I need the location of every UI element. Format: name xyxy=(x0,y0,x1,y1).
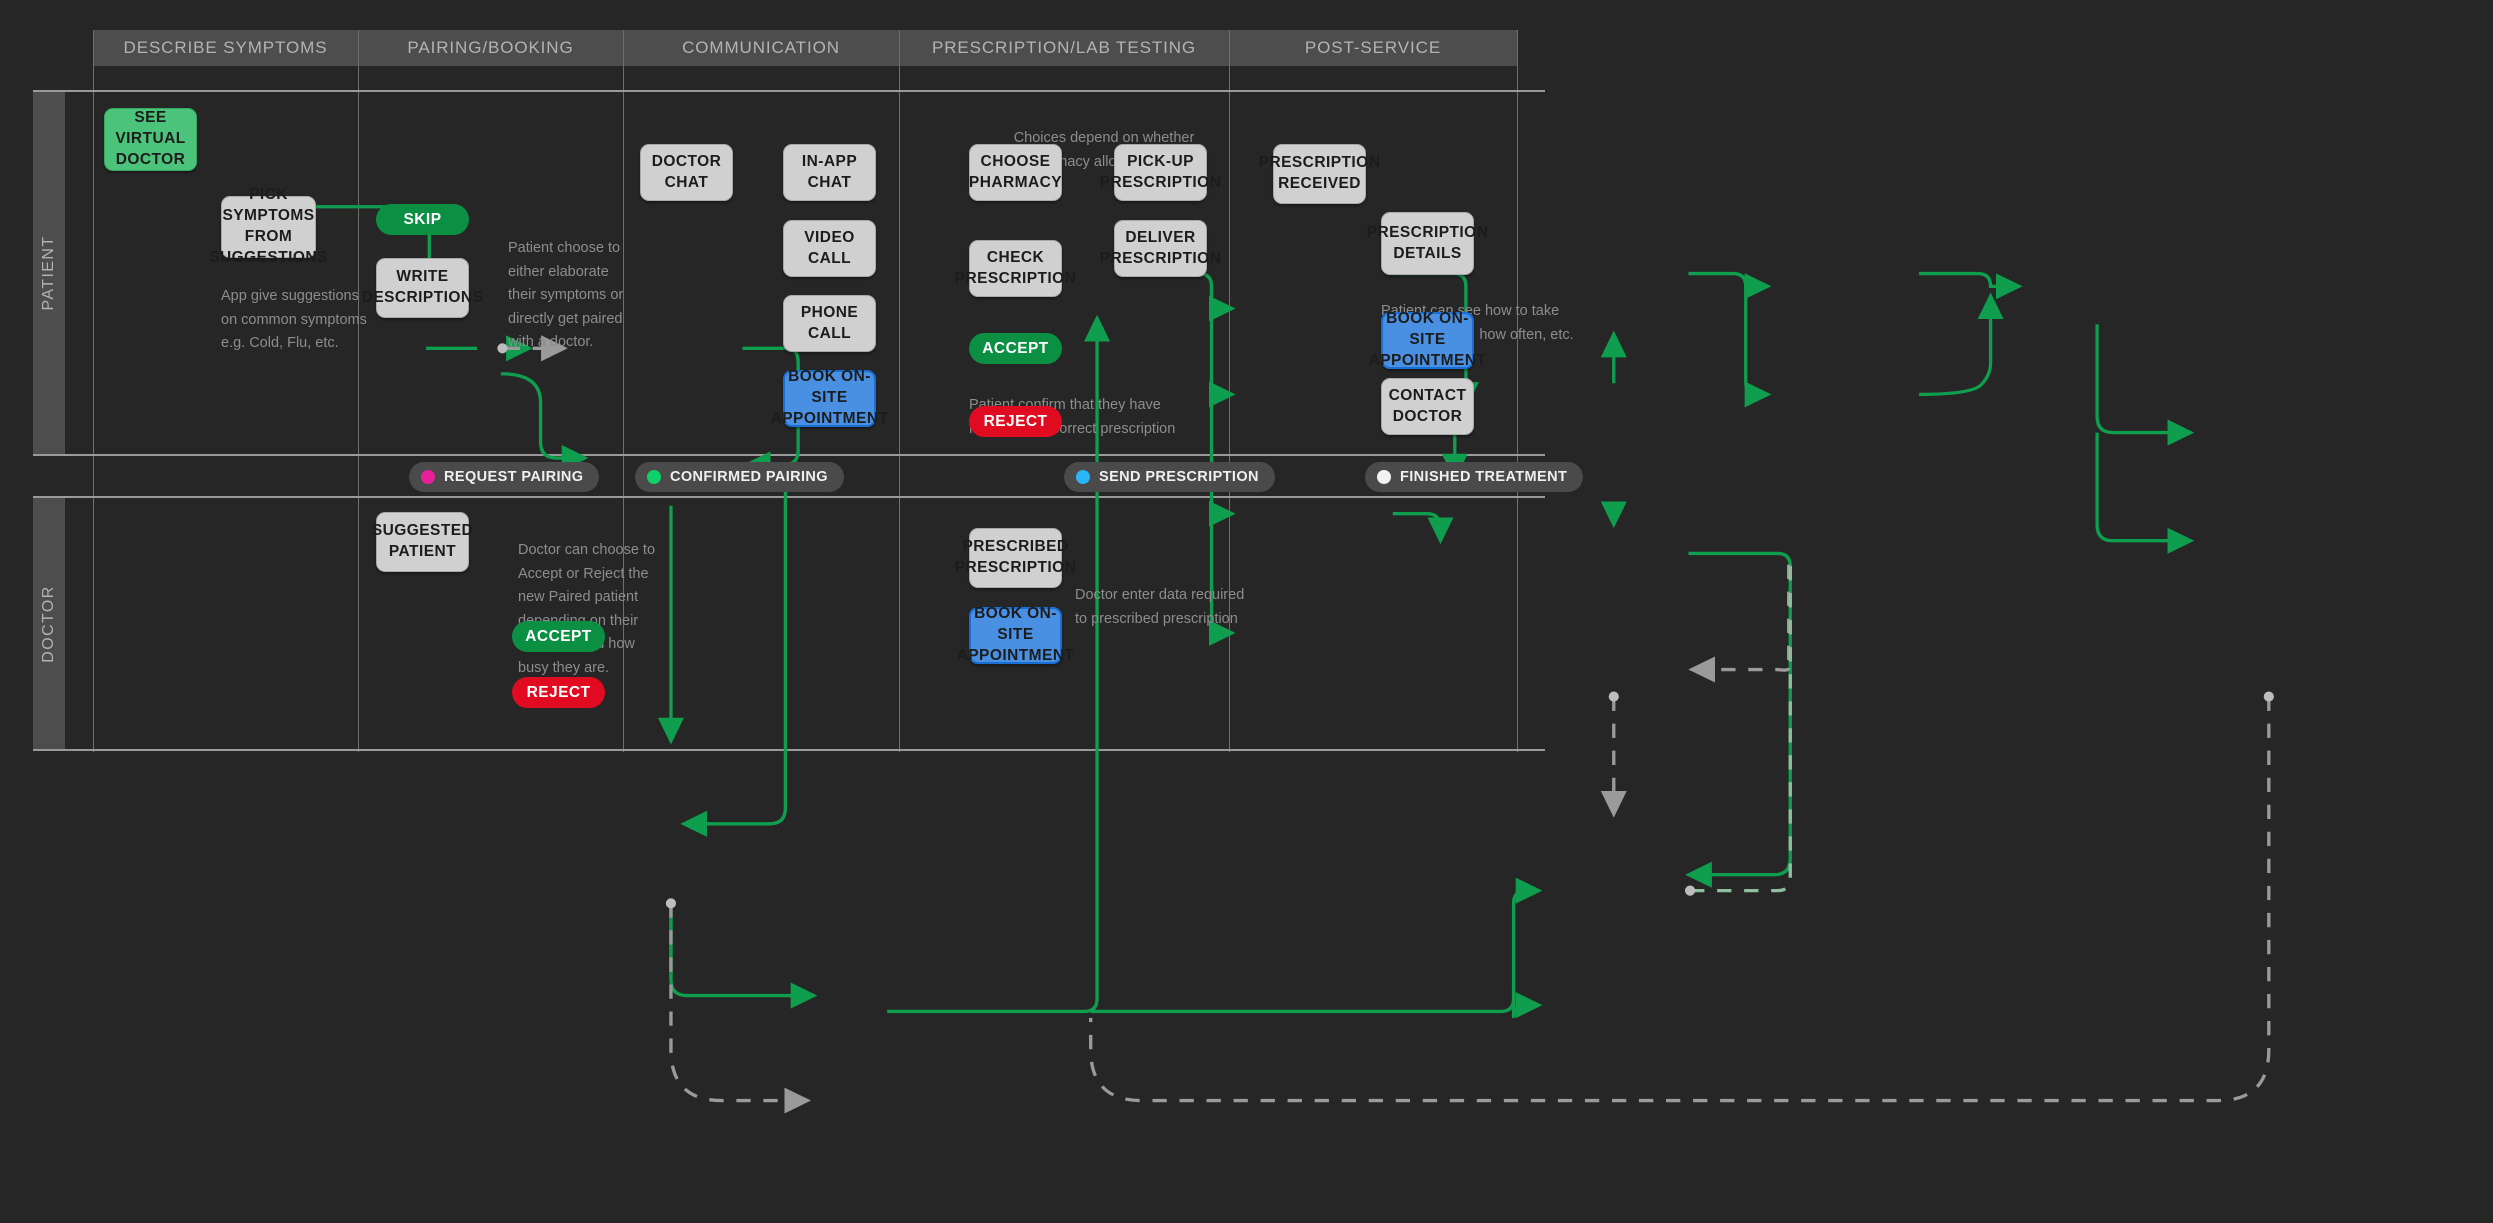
column-divider xyxy=(1229,30,1230,752)
node-prescription-received[interactable]: PRESCRIPTION RECEIVED xyxy=(1259,144,1380,204)
node-accept-patient[interactable]: ACCEPT xyxy=(512,621,605,652)
node-reject-prescription[interactable]: REJECT xyxy=(969,406,1062,437)
node-label: ACCEPT xyxy=(982,339,1049,357)
column-divider xyxy=(93,30,94,752)
note-text: App give suggestions on common symptoms … xyxy=(221,288,367,352)
column-header-label: PRESCRIPTION/LAB TESTING xyxy=(931,38,1197,57)
node-pick-symptoms-from-suggestions[interactable]: PICK SYMPTOMS FROM SUGGESTIONS xyxy=(209,186,327,266)
column-header-pairing-booking: PAIRING/BOOKING xyxy=(358,30,623,66)
column-header-label: COMMUNICATION xyxy=(682,38,840,57)
node-skip[interactable]: SKIP xyxy=(376,204,469,235)
lane-divider-patient-bottom xyxy=(33,454,1545,456)
node-phone-call[interactable]: PHONE CALL xyxy=(783,295,876,352)
column-header-prescription-lab-testing: PRESCRIPTION/LAB TESTING xyxy=(899,30,1229,66)
node-contact-doctor[interactable]: CONTACT DOCTOR xyxy=(1381,378,1474,435)
node-label: WRITE DESCRIPTIONS xyxy=(361,268,484,306)
status-chip-label: SEND PRESCRIPTION xyxy=(1099,469,1259,485)
status-chip-send-prescription: SEND PRESCRIPTION xyxy=(1064,462,1275,492)
node-label: DOCTOR CHAT xyxy=(651,152,722,191)
note-text: Doctor enter data required to prescribed… xyxy=(1075,587,1245,627)
note-doctor-choose: Doctor can choose to Accept or Reject th… xyxy=(518,516,655,680)
node-label: PICK-UP PRESCRIPTION xyxy=(1099,152,1222,191)
node-label: CHOOSE PHARMACY xyxy=(968,152,1063,191)
node-see-virtual-doctor[interactable]: SEE VIRTUAL DOCTOR xyxy=(104,108,197,171)
node-label: SKIP xyxy=(403,210,442,228)
node-label: PHONE CALL xyxy=(800,303,859,342)
node-choose-pharmacy[interactable]: CHOOSE PHARMACY xyxy=(969,144,1062,201)
note-text: Patient choose to either elaborate their… xyxy=(508,240,624,351)
node-label: IN-APP CHAT xyxy=(801,152,858,191)
flowchart-canvas: DESCRIBE SYMPTOMS PAIRING/BOOKING COMMUN… xyxy=(0,0,2493,1223)
node-label: REJECT xyxy=(526,683,591,701)
status-chip-confirmed-pairing: CONFIRMED PAIRING xyxy=(635,462,844,492)
status-dot-icon xyxy=(421,470,435,484)
node-video-call[interactable]: VIDEO CALL xyxy=(783,220,876,277)
node-suggested-patient[interactable]: SUGGESTED PATIENT xyxy=(372,512,473,572)
status-chip-label: FINISHED TREATMENT xyxy=(1400,469,1568,485)
node-check-prescription[interactable]: CHECK PRESCRIPTION xyxy=(955,240,1076,297)
column-header-label: PAIRING/BOOKING xyxy=(407,38,574,57)
column-header-post-service: POST-SERVICE xyxy=(1229,30,1517,66)
node-label: BOOK ON-SITE APPOINTMENT xyxy=(956,605,1075,664)
node-label: REJECT xyxy=(983,412,1048,430)
row-header-label: PATIENT xyxy=(40,235,57,310)
row-header-label: DOCTOR xyxy=(40,584,57,663)
node-label: BOOK ON-SITE APPOINTMENT xyxy=(770,368,889,427)
status-dot-icon xyxy=(647,470,661,484)
note-app-suggestions: App give suggestions on common symptoms … xyxy=(221,262,367,356)
node-reject-patient[interactable]: REJECT xyxy=(512,677,605,708)
status-dot-icon xyxy=(1076,470,1090,484)
node-book-on-site-appointment-communication[interactable]: BOOK ON-SITE APPOINTMENT xyxy=(771,368,888,427)
node-label: DELIVER PRESCRIPTION xyxy=(1099,228,1222,267)
node-label: PRESCRIPTION RECEIVED xyxy=(1258,154,1381,192)
node-pick-up-prescription[interactable]: PICK-UP PRESCRIPTION xyxy=(1100,144,1221,201)
connector-layer xyxy=(313,205,2274,1114)
note-patient-choose: Patient choose to either elaborate their… xyxy=(508,214,623,355)
node-label: PRESCRIBED PRESCRIPTION xyxy=(954,538,1077,576)
node-in-app-chat[interactable]: IN-APP CHAT xyxy=(783,144,876,201)
status-chip-label: REQUEST PAIRING xyxy=(444,469,584,485)
note-doctor-enter-data: Doctor enter data required to prescribed… xyxy=(1075,561,1244,631)
node-accept-prescription[interactable]: ACCEPT xyxy=(969,333,1062,364)
node-label: SEE VIRTUAL DOCTOR xyxy=(115,109,186,168)
status-dot-icon xyxy=(1377,470,1391,484)
node-label: PICK SYMPTOMS FROM SUGGESTIONS xyxy=(209,186,328,266)
lane-divider-doctor-top xyxy=(33,496,1545,498)
node-label: VIDEO CALL xyxy=(804,228,855,267)
node-label: ACCEPT xyxy=(525,627,592,645)
row-header-patient: PATIENT xyxy=(33,91,65,454)
node-label: BOOK ON-SITE APPOINTMENT xyxy=(1368,310,1487,369)
node-label: CONTACT DOCTOR xyxy=(1388,386,1467,425)
status-chip-label: CONFIRMED PAIRING xyxy=(670,469,828,485)
column-header-label: DESCRIBE SYMPTOMS xyxy=(123,38,328,57)
column-header-describe-symptoms: DESCRIBE SYMPTOMS xyxy=(93,30,358,66)
node-label: PRESCRIPTION DETAILS xyxy=(1366,223,1489,262)
node-label: SUGGESTED PATIENT xyxy=(371,522,474,560)
node-doctor-chat[interactable]: DOCTOR CHAT xyxy=(640,144,733,201)
node-deliver-prescription[interactable]: DELIVER PRESCRIPTION xyxy=(1100,220,1221,277)
lane-divider-top xyxy=(33,90,1545,92)
status-chip-request-pairing: REQUEST PAIRING xyxy=(409,462,600,492)
column-divider xyxy=(358,30,359,752)
column-header-communication: COMMUNICATION xyxy=(623,30,899,66)
node-prescribed-prescription[interactable]: PRESCRIBED PRESCRIPTION xyxy=(955,528,1076,588)
node-label: CHECK PRESCRIPTION xyxy=(954,248,1077,287)
row-header-doctor: DOCTOR xyxy=(33,497,65,750)
node-prescription-details[interactable]: PRESCRIPTION DETAILS xyxy=(1367,212,1488,275)
node-book-on-site-appointment-post[interactable]: BOOK ON-SITE APPOINTMENT xyxy=(1369,310,1486,369)
node-write-descriptions[interactable]: WRITE DESCRIPTIONS xyxy=(362,258,483,318)
column-header-label: POST-SERVICE xyxy=(1304,38,1442,57)
column-divider xyxy=(899,30,900,752)
column-divider xyxy=(1517,30,1518,752)
node-book-on-site-appointment-doctor[interactable]: BOOK ON-SITE APPOINTMENT xyxy=(957,605,1074,664)
note-text: Doctor can choose to Accept or Reject th… xyxy=(518,542,656,676)
lane-divider-bottom xyxy=(33,749,1545,751)
status-chip-finished-treatment: FINISHED TREATMENT xyxy=(1365,462,1584,492)
